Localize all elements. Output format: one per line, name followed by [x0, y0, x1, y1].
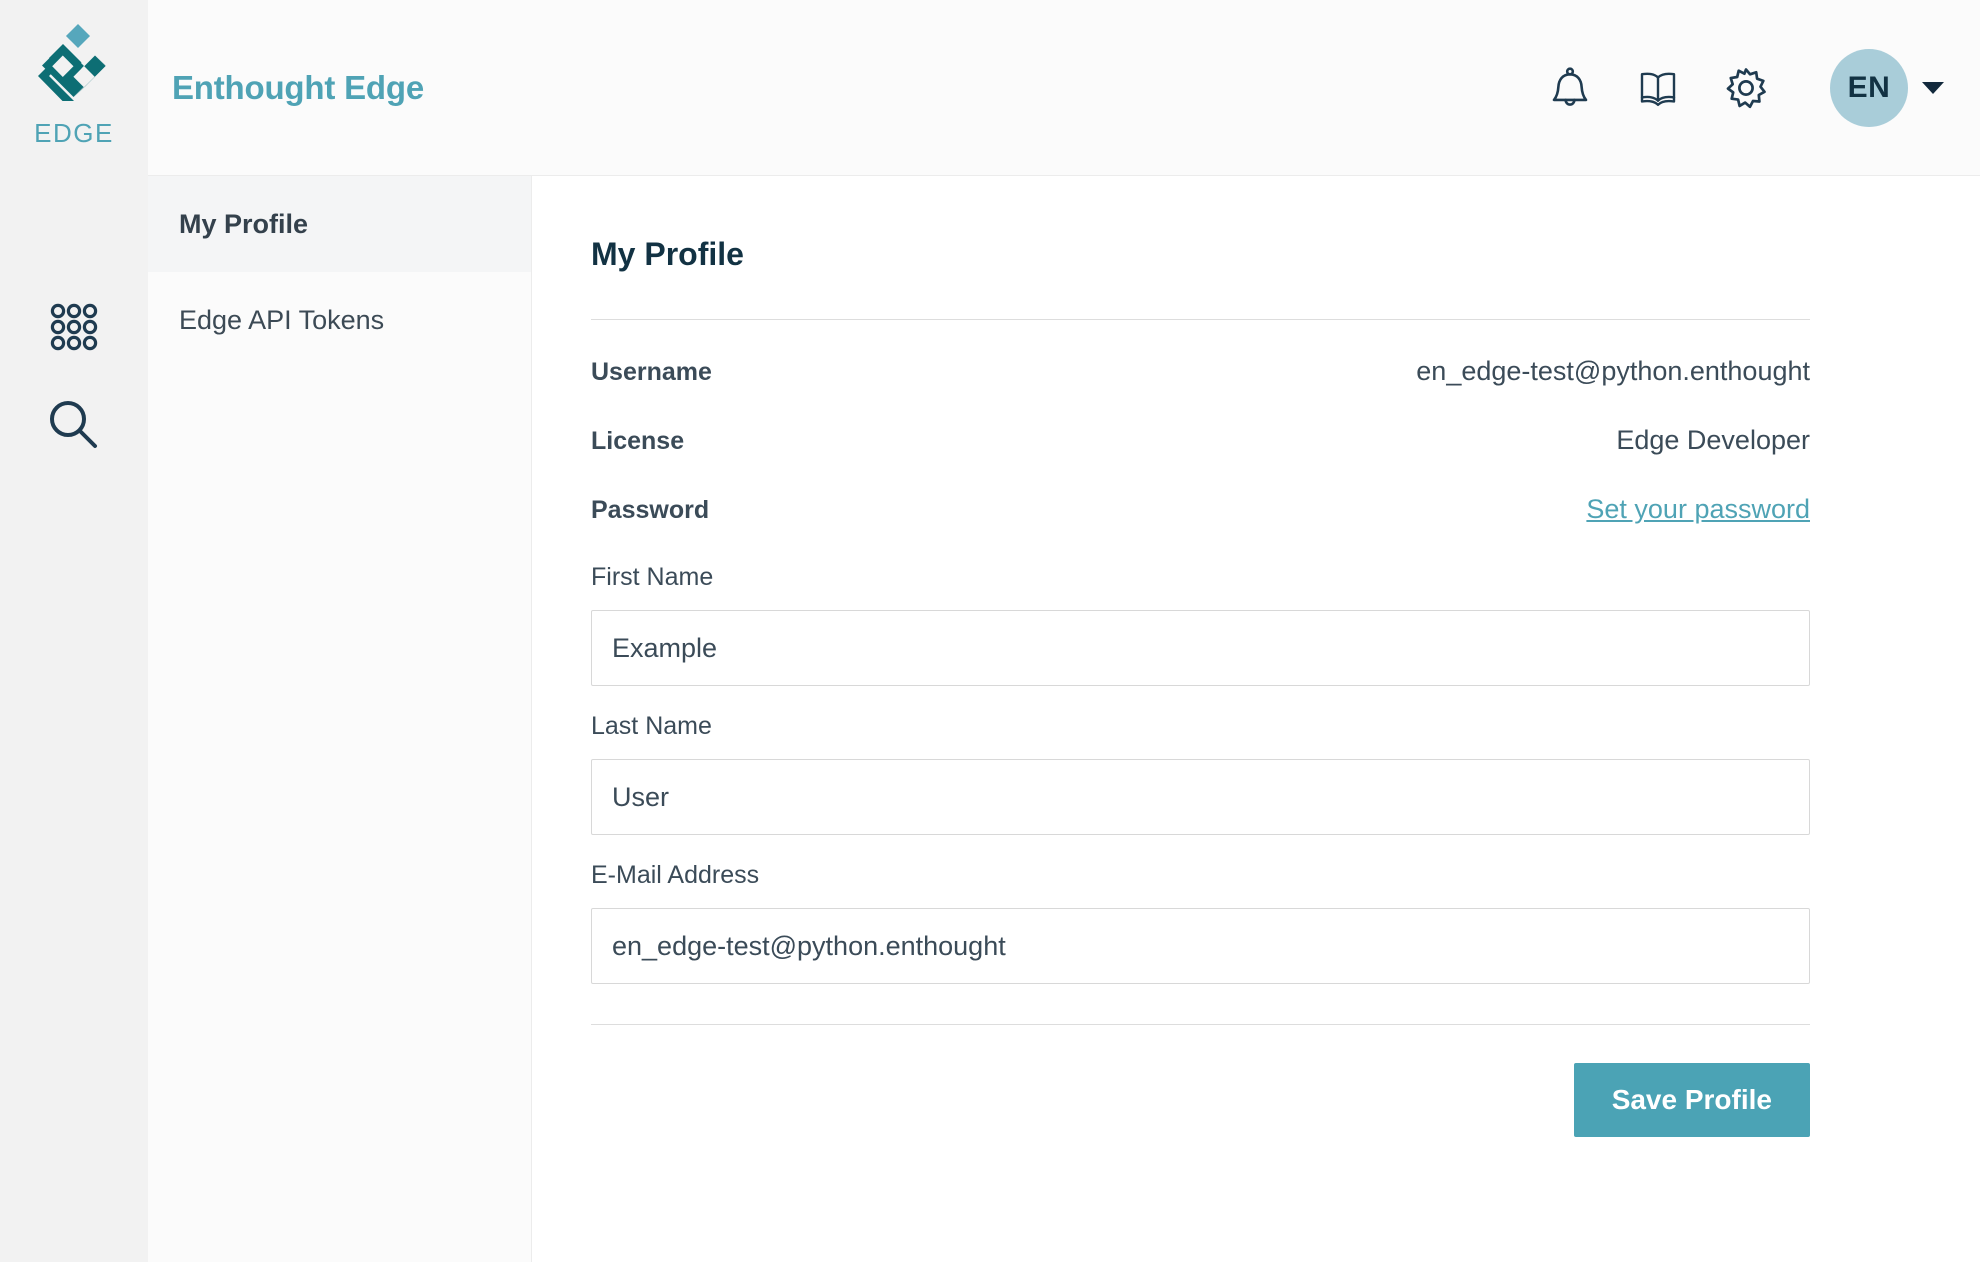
info-value-username: en_edge-test@python.enthought [1416, 356, 1810, 386]
info-label: Password [591, 496, 710, 524]
first-name-input[interactable] [591, 610, 1810, 686]
title-divider [591, 319, 1810, 320]
body-split: My Profile Edge API Tokens My Profile Us… [148, 176, 1980, 1262]
chevron-down-icon[interactable] [1922, 81, 1944, 94]
sidebar-item-label: Edge API Tokens [179, 304, 385, 335]
info-row-license: License Edge Developer [591, 425, 1810, 456]
field-label: E-Mail Address [591, 861, 760, 889]
top-header: Enthought Edge EN [148, 0, 1980, 176]
left-icon-rail: EDGE [0, 0, 148, 1262]
field-label: First Name [591, 563, 714, 591]
documentation-icon[interactable] [1632, 62, 1684, 114]
user-menu[interactable]: EN [1830, 48, 1944, 127]
search-icon[interactable] [46, 397, 102, 453]
page-app-title: Enthought Edge [172, 68, 424, 106]
edge-wordmark: EDGE [34, 118, 114, 148]
settings-icon[interactable] [1720, 62, 1772, 114]
field-label: Last Name [591, 712, 712, 740]
page-title: My Profile [591, 236, 744, 272]
info-label: License [591, 427, 685, 455]
profile-info-list: Username en_edge-test@python.enthought L… [591, 356, 1810, 525]
field-email-address: E-Mail Address [591, 861, 1810, 984]
info-label: Username [591, 358, 712, 386]
save-profile-button[interactable]: Save Profile [1573, 1063, 1810, 1137]
field-last-name: Last Name [591, 712, 1810, 835]
avatar: EN [1830, 48, 1908, 127]
set-password-link[interactable]: Set your password [1586, 494, 1810, 525]
rail-icon-group [46, 299, 102, 453]
sidebar-item-edge-api-tokens[interactable]: Edge API Tokens [148, 272, 531, 368]
edge-diamond-logo-icon[interactable] [28, 22, 120, 114]
form-actions: Save Profile [591, 1063, 1810, 1137]
sidebar-item-my-profile[interactable]: My Profile [148, 176, 531, 272]
settings-subnav: My Profile Edge API Tokens [148, 176, 532, 1262]
info-value-license: Edge Developer [1616, 425, 1810, 455]
notifications-icon[interactable] [1544, 62, 1596, 114]
form-divider [591, 1024, 1810, 1025]
sidebar-item-label: My Profile [179, 208, 309, 239]
apps-grid-icon[interactable] [46, 299, 102, 355]
field-first-name: First Name [591, 563, 1810, 686]
info-row-password: Password Set your password [591, 494, 1810, 525]
info-row-username: Username en_edge-test@python.enthought [591, 356, 1810, 387]
app-window: EDGE Enthought Edge EN My Profile Edge A… [0, 0, 1980, 1262]
profile-panel: My Profile Username en_edge-test@python.… [532, 176, 1980, 1262]
last-name-input[interactable] [591, 759, 1810, 835]
email-input[interactable] [591, 908, 1810, 984]
header-actions: EN [1544, 48, 1944, 127]
main-region: Enthought Edge EN My Profile Edge API To… [148, 0, 1980, 1262]
